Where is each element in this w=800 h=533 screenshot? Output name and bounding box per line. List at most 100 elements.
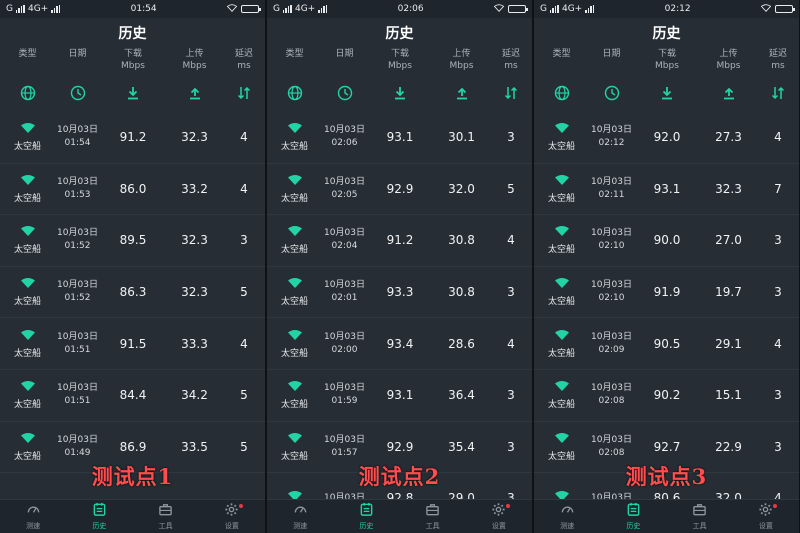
history-row[interactable]: 太空船 10月03日 02:09 90.5 29.1 4 xyxy=(534,318,799,370)
tab-tools[interactable]: 工具 xyxy=(667,500,733,533)
clock-icon xyxy=(604,85,620,105)
status-bar: G 4G+ 02:12 xyxy=(534,0,799,18)
net-type-label: 4G+ xyxy=(561,4,583,14)
datetime-cell: 10月03日 01:54 xyxy=(55,124,100,150)
upload-icon xyxy=(187,85,203,105)
tab-label: 历史 xyxy=(359,522,374,530)
header-download-label: 下载 xyxy=(123,49,142,59)
battery-icon xyxy=(774,5,795,13)
tab-speed[interactable]: 测速 xyxy=(534,500,600,533)
download-value: 91.2 xyxy=(119,130,147,145)
download-value: 93.3 xyxy=(386,285,414,300)
signal-icon xyxy=(318,5,328,13)
wifi-icon xyxy=(287,329,303,344)
connection-name: 太空船 xyxy=(547,245,575,256)
speedometer-icon xyxy=(293,502,308,519)
connection-name: 太空船 xyxy=(280,142,308,153)
download-value: 86.0 xyxy=(119,181,147,196)
tab-tools[interactable]: 工具 xyxy=(133,500,199,533)
history-row[interactable]: 太空船 10月03日 02:10 90.0 27.0 3 xyxy=(534,215,799,267)
header-latency: 延迟 ms xyxy=(757,48,799,78)
history-row[interactable]: 太空船 10月03日 02:11 93.1 32.3 7 xyxy=(534,164,799,216)
connection-cell: 太空船 xyxy=(0,225,55,255)
download-value: 93.1 xyxy=(386,130,414,145)
history-row[interactable]: 太空船 10月03日 01:52 86.3 32.3 5 xyxy=(0,267,265,319)
connection-cell: 太空船 xyxy=(534,380,589,410)
tab-history[interactable]: 历史 xyxy=(600,500,666,533)
datetime-cell: 10月03日 01:51 xyxy=(55,331,100,357)
history-row[interactable]: 太空船 10月03日 01:51 84.4 34.2 5 xyxy=(0,370,265,422)
header-icons xyxy=(267,78,532,112)
download-value: 90.5 xyxy=(653,336,681,351)
tab-tools[interactable]: 工具 xyxy=(400,500,466,533)
history-row[interactable]: 太空船 10月03日 01:51 91.5 33.3 4 xyxy=(0,318,265,370)
upload-value: 30.8 xyxy=(448,233,475,248)
latency-value: 4 xyxy=(240,130,248,145)
latency-value: 3 xyxy=(507,388,515,403)
tab-settings[interactable]: 设置 xyxy=(466,500,532,533)
upload-value: 36.4 xyxy=(448,388,475,403)
latency-value: 3 xyxy=(774,285,782,300)
datetime-cell: 10月03日 02:04 xyxy=(322,227,367,253)
wifi-icon xyxy=(287,277,303,292)
download-value: 84.4 xyxy=(119,388,147,403)
history-row[interactable]: 太空船 10月03日 02:05 92.9 32.0 5 xyxy=(267,164,532,216)
status-right xyxy=(493,3,528,15)
status-time: 02:12 xyxy=(664,4,691,14)
row-date: 10月03日 xyxy=(57,434,98,445)
row-time: 01:52 xyxy=(64,241,91,252)
datetime-cell: 10月03日 02:05 xyxy=(322,176,367,202)
wifi-icon xyxy=(554,329,570,344)
history-row[interactable]: 太空船 10月03日 02:06 93.1 30.1 3 xyxy=(267,112,532,164)
signal-icon xyxy=(549,5,559,13)
row-date: 10月03日 xyxy=(324,280,365,291)
history-row[interactable]: 太空船 10月03日 01:59 93.1 36.4 3 xyxy=(267,370,532,422)
tab-speed[interactable]: 测速 xyxy=(267,500,333,533)
wifi-icon xyxy=(554,277,570,292)
tab-history[interactable]: 历史 xyxy=(66,500,132,533)
latency-value: 4 xyxy=(240,181,248,196)
signal-icon xyxy=(282,5,292,13)
tab-settings[interactable]: 设置 xyxy=(199,500,265,533)
toolbox-icon xyxy=(158,502,173,519)
test-point-label: 测试点3 xyxy=(625,464,708,489)
net-type-label: 4G+ xyxy=(27,4,49,14)
tab-speed[interactable]: 测速 xyxy=(0,500,66,533)
upload-value: 33.5 xyxy=(181,439,208,454)
datetime-cell: 10月03日 01:51 xyxy=(55,382,100,408)
upload-icon xyxy=(721,85,737,105)
download-value: 91.5 xyxy=(119,336,147,351)
history-row[interactable]: 太空船 10月03日 01:54 91.2 32.3 4 xyxy=(0,112,265,164)
bottom-tab-bar: 测速 历史 工具 设置 xyxy=(267,499,532,533)
status-right xyxy=(760,3,795,15)
tab-history[interactable]: 历史 xyxy=(333,500,399,533)
wifi-icon xyxy=(554,380,570,395)
notification-dot xyxy=(239,504,243,508)
latency-icon xyxy=(503,85,519,105)
history-icon xyxy=(92,502,107,519)
history-row[interactable]: 太空船 10月03日 02:01 93.3 30.8 3 xyxy=(267,267,532,319)
history-row[interactable]: 太空船 10月03日 02:00 93.4 28.6 4 xyxy=(267,318,532,370)
history-row[interactable]: 太空船 10月03日 02:10 91.9 19.7 3 xyxy=(534,267,799,319)
row-time: 01:51 xyxy=(64,396,91,407)
history-row[interactable]: 太空船 10月03日 01:53 86.0 33.2 4 xyxy=(0,164,265,216)
clock-icon xyxy=(70,85,86,105)
upload-value: 29.1 xyxy=(715,336,742,351)
row-time: 01:59 xyxy=(331,396,358,407)
download-icon xyxy=(392,85,408,105)
connection-name: 太空船 xyxy=(547,451,575,462)
tab-settings[interactable]: 设置 xyxy=(733,500,799,533)
row-date: 10月03日 xyxy=(57,331,98,342)
history-row[interactable]: 太空船 10月03日 01:52 89.5 32.3 3 xyxy=(0,215,265,267)
history-row[interactable]: 太空船 10月03日 02:04 91.2 30.8 4 xyxy=(267,215,532,267)
history-row[interactable]: 太空船 10月03日 02:12 92.0 27.3 4 xyxy=(534,112,799,164)
header-latency: 延迟 ms xyxy=(223,48,265,78)
connection-cell: 太空船 xyxy=(267,329,322,359)
connection-cell: 太空船 xyxy=(534,122,589,152)
history-row[interactable]: 太空船 10月03日 02:08 90.2 15.1 3 xyxy=(534,370,799,422)
header-upload-label: 上传 xyxy=(452,49,471,59)
wifi-icon xyxy=(20,380,36,395)
header-type-label: 类型 xyxy=(18,49,37,59)
header-date: 日期 xyxy=(589,48,634,78)
upload-value: 27.3 xyxy=(715,130,742,145)
